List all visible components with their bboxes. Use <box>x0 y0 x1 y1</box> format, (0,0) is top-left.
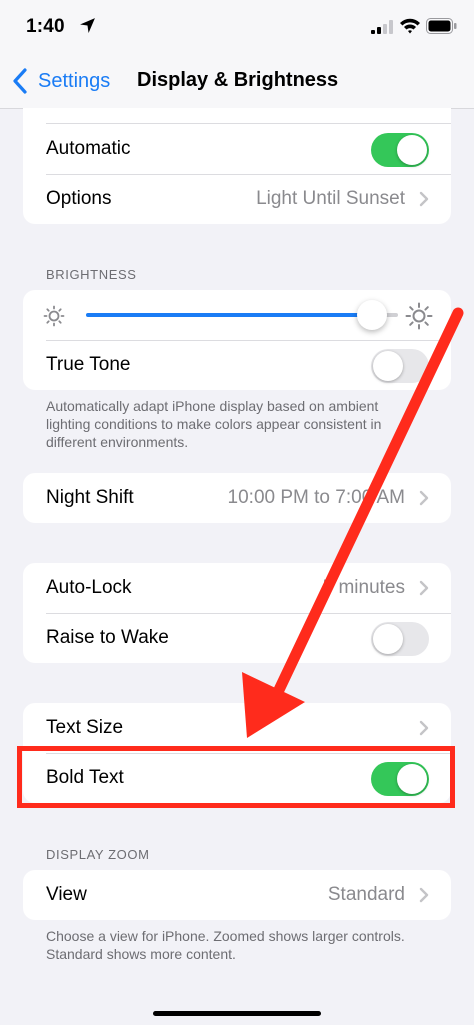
automatic-label: Automatic <box>46 138 131 159</box>
location-arrow-icon <box>80 18 95 33</box>
status-bar: 1:40 <box>0 0 474 56</box>
sun-large-icon <box>405 302 433 330</box>
chevron-right-icon <box>419 191 429 207</box>
brightness-footer: Automatically adapt iPhone display based… <box>46 398 382 450</box>
auto-lock-value: 5 minutes <box>322 577 405 598</box>
display-zoom-header: DISPLAY ZOOM <box>46 847 150 862</box>
chevron-left-icon <box>13 68 27 94</box>
back-label: Settings <box>38 69 111 92</box>
auto-lock-label: Auto-Lock <box>46 577 132 598</box>
true-tone-row[interactable]: True Tone <box>23 340 451 390</box>
raise-to-wake-label: Raise to Wake <box>46 627 169 648</box>
night-shift-label: Night Shift <box>46 487 134 508</box>
status-time: 1:40 <box>26 16 65 37</box>
text-size-label: Text Size <box>46 717 124 738</box>
slider-fill <box>86 313 376 317</box>
auto-lock-row[interactable]: Auto-Lock 5 minutes <box>23 563 451 613</box>
true-tone-toggle[interactable] <box>371 349 429 383</box>
automatic-row[interactable]: Automatic <box>23 124 451 174</box>
night-shift-row[interactable]: Night Shift 10:00 PM to 7:00 AM <box>23 473 451 523</box>
brightness-group: True Tone <box>23 290 451 390</box>
view-row[interactable]: View Standard <box>23 870 451 920</box>
home-indicator <box>153 1011 321 1016</box>
display-zoom-group: View Standard <box>23 870 451 920</box>
sun-small-icon <box>43 305 65 327</box>
automatic-toggle[interactable] <box>371 133 429 167</box>
raise-to-wake-row[interactable]: Raise to Wake <box>23 613 451 663</box>
lock-group: Auto-Lock 5 minutes Raise to Wake <box>23 563 451 663</box>
navigation-bar: Settings Display & Brightness <box>0 56 474 109</box>
night-shift-group: Night Shift 10:00 PM to 7:00 AM <box>23 473 451 523</box>
page-title: Display & Brightness <box>137 69 339 91</box>
options-row[interactable]: Options Light Until Sunset <box>23 174 451 224</box>
view-label: View <box>46 884 87 905</box>
chevron-right-icon <box>419 720 429 736</box>
back-button[interactable]: Settings <box>12 68 110 94</box>
cellular-signal-icon <box>371 20 393 34</box>
chevron-right-icon <box>419 490 429 506</box>
chevron-right-icon <box>419 580 429 596</box>
night-shift-value: 10:00 PM to 7:00 AM <box>227 487 405 508</box>
options-label: Options <box>46 188 112 209</box>
annotation-highlight-box <box>17 746 455 808</box>
brightness-slider-row <box>23 290 451 340</box>
slider-thumb[interactable] <box>357 300 387 330</box>
true-tone-label: True Tone <box>46 354 131 375</box>
appearance-group: Automatic Options Light Until Sunset <box>23 108 451 224</box>
wifi-icon <box>400 18 420 34</box>
view-value: Standard <box>327 884 405 905</box>
chevron-right-icon <box>419 887 429 903</box>
options-value: Light Until Sunset <box>256 188 405 209</box>
raise-to-wake-toggle[interactable] <box>371 622 429 656</box>
battery-icon <box>426 18 457 34</box>
display-zoom-footer: Choose a view for iPhone. Zoomed shows l… <box>46 928 405 962</box>
brightness-header: BRIGHTNESS <box>46 267 137 282</box>
